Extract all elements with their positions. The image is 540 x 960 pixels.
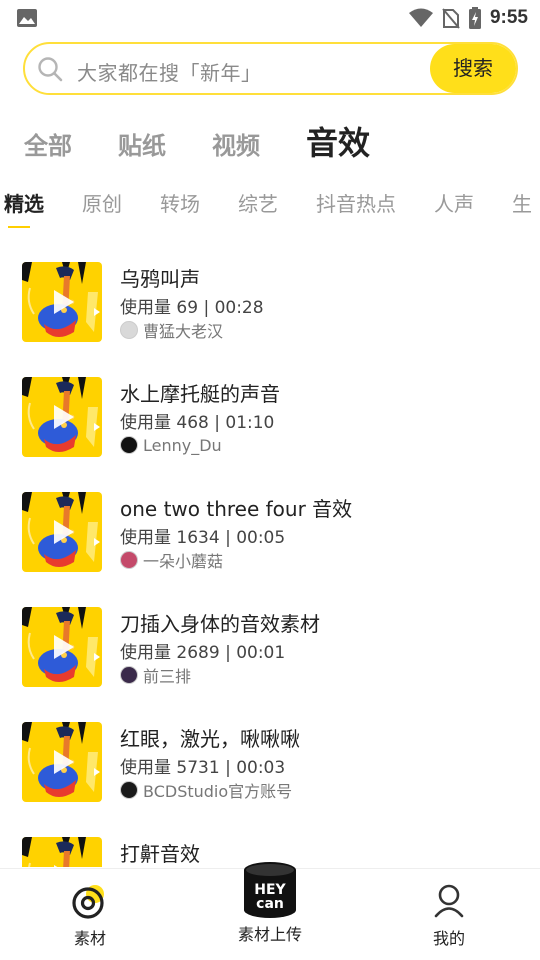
sound-list-item[interactable]: 红眼，激光，啾啾啾 使用量 5731 | 00:03 BCDStudio官方账号 [0,715,540,830]
nav-materials[interactable]: 素材 [30,883,150,949]
avatar [120,551,138,569]
sound-title: 红眼，激光，啾啾啾 [120,727,300,751]
subtab-variety[interactable]: 综艺 [238,188,278,222]
status-time: 9:55 [489,7,528,28]
wifi-icon [408,8,433,27]
sound-thumbnail[interactable] [22,492,102,572]
no-sim-icon [442,8,460,29]
nav-mine-label: 我的 [432,929,465,948]
sound-usage-duration: 使用量 5731 | 00:03 [120,758,286,778]
tab-videos[interactable]: 视频 [212,126,260,161]
gallery-icon [17,9,37,27]
sound-title: 水上摩托艇的声音 [120,382,280,406]
sound-thumbnail[interactable] [22,607,102,687]
subtab-transition[interactable]: 转场 [160,188,200,222]
subtab-douyin-hot[interactable]: 抖音热点 [316,188,396,222]
battery-icon [468,7,481,29]
sound-title: 刀插入身体的音效素材 [120,612,320,636]
profile-icon [434,884,464,918]
author-name: 一朵小蘑菇 [143,552,224,571]
sound-thumbnail[interactable] [22,262,102,342]
sound-author[interactable]: 前三排 [120,665,192,686]
tab-all[interactable]: 全部 [24,126,72,161]
sound-usage-duration: 使用量 1634 | 00:05 [120,528,286,548]
author-name: 曹猛大老汉 [143,322,224,341]
avatar [120,436,138,454]
sound-usage-duration: 使用量 69 | 00:28 [120,298,264,318]
nav-upload-label: 素材上传 [237,925,302,944]
subtab-featured[interactable]: 精选 [4,188,44,228]
avatar [120,781,138,799]
sound-usage-duration: 使用量 2689 | 00:01 [120,643,286,663]
sound-list-item[interactable]: 乌鸦叫声 使用量 69 | 00:28 曹猛大老汉 [0,255,540,370]
avatar [120,321,138,339]
sound-title: 打鼾音效 [120,842,200,866]
nav-upload[interactable]: HEY can 素材上传 [210,861,330,945]
status-bar: 9:55 [0,0,540,36]
sound-thumbnail[interactable] [22,837,102,867]
sound-author[interactable]: BCDStudio官方账号 [120,780,293,801]
bottom-nav: 素材 HEY can 素材上传 我的 [0,862,540,960]
sound-title: 乌鸦叫声 [120,267,200,291]
author-name: BCDStudio官方账号 [143,782,293,801]
nav-materials-label: 素材 [73,929,106,948]
sound-author[interactable]: 曹猛大老汉 [120,320,224,341]
search-button[interactable]: 搜索 [430,44,516,93]
tab-stickers[interactable]: 贴纸 [118,126,166,161]
sound-author[interactable]: Lenny_Du [120,435,222,455]
sound-author[interactable]: 一朵小蘑菇 [120,550,224,571]
sound-thumbnail[interactable] [22,377,102,457]
avatar [120,666,138,684]
search-icon [38,57,63,82]
heycan-logo: HEY can [244,862,296,918]
sound-usage-duration: 使用量 468 | 01:10 [120,413,275,433]
subtab-more[interactable]: 生 [512,188,532,222]
sound-list-item[interactable]: 水上摩托艇的声音 使用量 468 | 01:10 Lenny_Du [0,370,540,485]
sound-title: one two three four 音效 [120,497,353,521]
sub-tabs: 精选 原创 转场 综艺 抖音热点 人声 生 [4,188,540,228]
nav-mine[interactable]: 我的 [389,883,509,949]
sound-list[interactable]: 乌鸦叫声 使用量 69 | 00:28 曹猛大老汉 水上摩托艇的声音 使用量 4… [0,255,540,867]
search-bar[interactable]: 大家都在搜「新年」 搜索 [23,42,518,95]
search-input[interactable]: 大家都在搜「新年」 [77,57,262,86]
sound-list-item[interactable]: 刀插入身体的音效素材 使用量 2689 | 00:01 前三排 [0,600,540,715]
subtab-voice[interactable]: 人声 [434,188,474,222]
main-tabs: 全部 贴纸 视频 音效 [24,118,416,162]
sound-list-item[interactable]: one two three four 音效 使用量 1634 | 00:05 一… [0,485,540,600]
sound-thumbnail[interactable] [22,722,102,802]
author-name: 前三排 [143,667,192,686]
tab-sound-effects[interactable]: 音效 [306,118,370,164]
heycan-logo-text-bottom: can [256,896,284,912]
target-icon [72,885,104,919]
author-name: Lenny_Du [143,435,222,455]
subtab-original[interactable]: 原创 [82,188,122,222]
